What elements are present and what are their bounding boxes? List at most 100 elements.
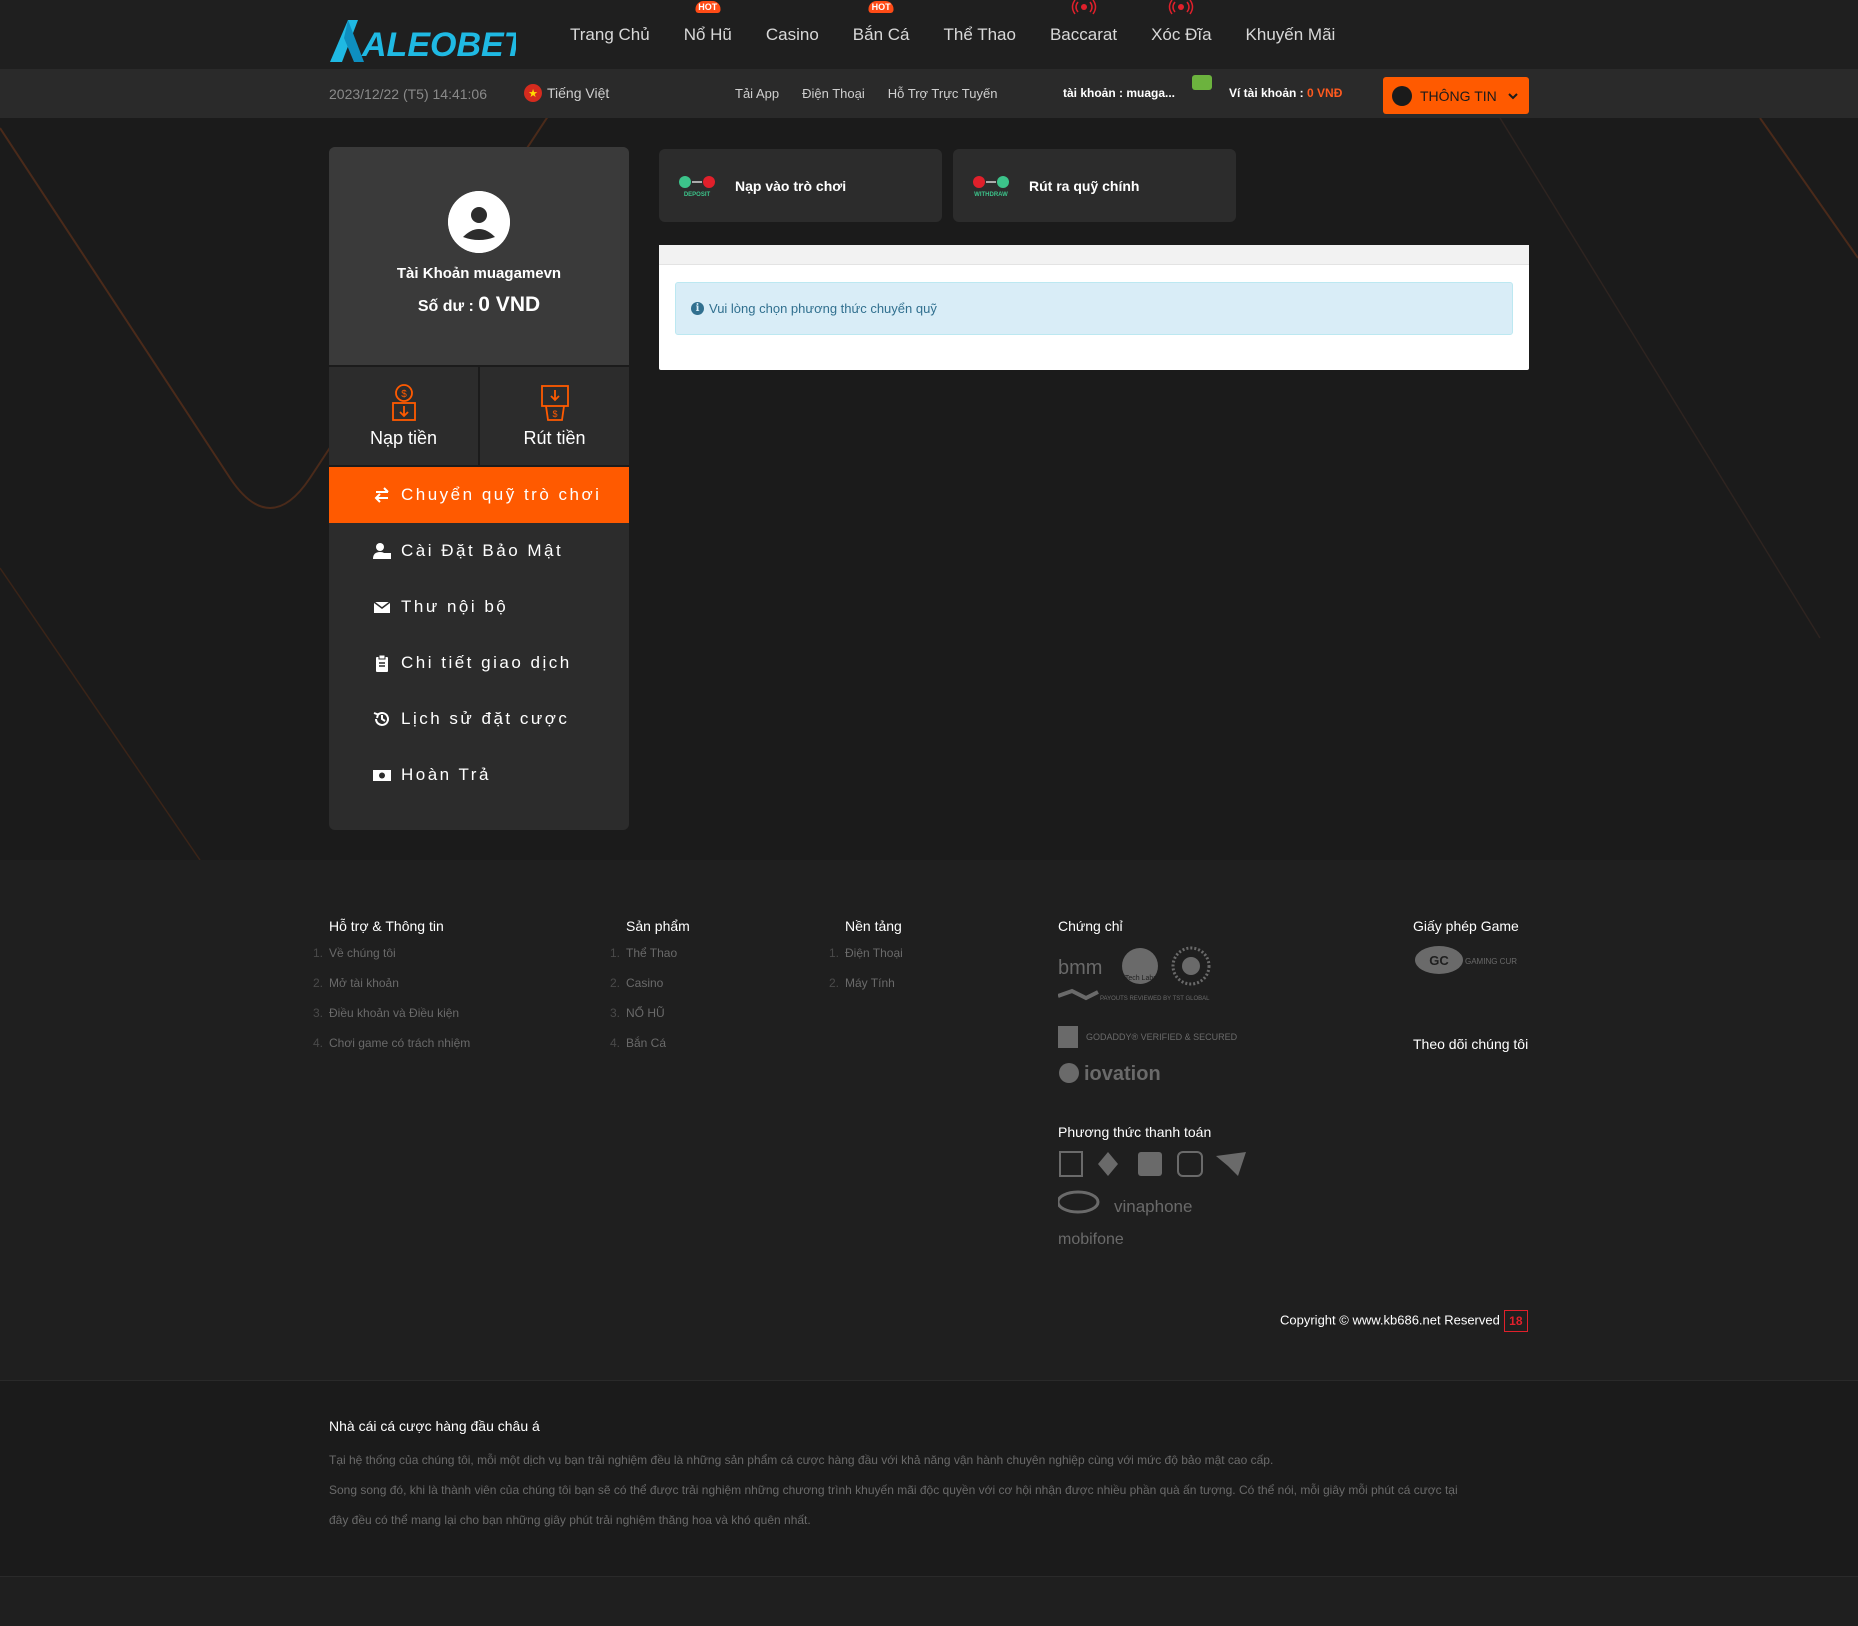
footer-link[interactable]: 1. Điện Thoại xyxy=(829,946,903,976)
footer-certificates-title: Chứng chỉ xyxy=(1058,918,1123,934)
envelope-icon xyxy=(373,601,391,613)
footer-follow: Theo dõi chúng tôi xyxy=(1413,1036,1528,1064)
footer-platform-title: Nền tảng xyxy=(845,918,902,934)
nav-item-sports[interactable]: Thể Thao xyxy=(944,25,1016,45)
footer-link[interactable]: 1. Thể Thao xyxy=(610,946,690,976)
svg-text:GC: GC xyxy=(1429,953,1449,968)
account-name: Tài Khoản muagamevn xyxy=(396,265,562,282)
svg-text:PAYOUTS REVIEWED BY TST GLOBAL: PAYOUTS REVIEWED BY TST GLOBAL xyxy=(1100,996,1210,1002)
svg-text:GODADDY® VERIFIED & SECURED: GODADDY® VERIFIED & SECURED xyxy=(1086,1032,1238,1042)
background-decoration xyxy=(0,118,1858,860)
copyright: Copyright © www.kb686.net Reserved 18 xyxy=(1280,1310,1528,1332)
balance: Số dư : 0 VND xyxy=(417,293,541,316)
tab-withdraw-to-main[interactable]: WITHDRAW Rút ra quỹ chính xyxy=(953,149,1236,222)
link-phone[interactable]: Điện Thoại xyxy=(802,86,865,101)
about-section: Nhà cái cá cược hàng đầu châu á Tại hệ t… xyxy=(0,1380,1858,1576)
sub-header: 2023/12/22 (T5) 14:41:06 ★ Tiếng Việt Tải… xyxy=(0,70,1858,118)
language-selector[interactable]: ★ Tiếng Việt xyxy=(524,84,609,102)
menu-transfer-funds[interactable]: Chuyển quỹ trò chơi xyxy=(329,467,629,523)
svg-text:iTech Labs: iTech Labs xyxy=(1123,975,1157,982)
footer-link[interactable]: 3. Điều khoản và Điều kiện xyxy=(313,1006,470,1036)
aleobet-logo[interactable]: ALEOBET xyxy=(328,18,516,64)
clipboard-icon xyxy=(376,654,388,672)
menu-bet-history[interactable]: Lịch sử đặt cược xyxy=(329,691,629,747)
footer-link[interactable]: 2. Mở tài khoản xyxy=(313,976,470,1006)
tab-deposit-to-game[interactable]: DEPOSIT Nạp vào trò chơi xyxy=(659,149,942,222)
user-circle-icon xyxy=(1392,85,1412,106)
zalo-icon xyxy=(1177,1151,1203,1177)
footer-license: Giấy phép Game xyxy=(1413,918,1519,946)
footer: Hỗ trợ & Thông tin 1. Về chúng tôi 2. Mở t… xyxy=(0,860,1858,1380)
menu-internal-mail[interactable]: Thư nội bộ xyxy=(329,579,629,635)
profile-card: Tài Khoản muagamevn Số dư : 0 VND xyxy=(329,147,629,365)
link-online-support[interactable]: Hỗ Trợ Trực Tuyến xyxy=(888,86,998,101)
vinaphone-logo: vinaphone xyxy=(1114,1197,1192,1216)
svg-text:WITHDRAW: WITHDRAW xyxy=(974,192,1008,198)
footer-link[interactable]: 4. Chơi game có trách nhiệm xyxy=(313,1036,470,1066)
menu-rebate[interactable]: Hoàn Trả xyxy=(329,747,629,803)
bmm-logo: bmm xyxy=(1058,957,1102,979)
user-avatar-icon xyxy=(448,191,510,253)
about-paragraph-2: Song song đó, khi là thành viên của chún… xyxy=(329,1483,1458,1527)
momo-icon xyxy=(1138,1152,1162,1176)
nav-item-slots[interactable]: HOT Nổ Hũ xyxy=(684,1,732,45)
footer-platform: Nền tảng 1. Điện Thoại 2. Máy Tính xyxy=(829,918,903,1006)
certificate-logos: bmm iTech Labs PAYOUTS REVIEWED BY TST G… xyxy=(1058,946,1238,1085)
footer-link[interactable]: 2. Casino xyxy=(610,976,690,1006)
svg-text:iovation: iovation xyxy=(1084,1063,1161,1085)
nav-item-fishing[interactable]: HOT Bắn Cá xyxy=(853,1,910,45)
info-dropdown-button[interactable]: THÔNG TIN xyxy=(1383,77,1529,114)
svg-text:$: $ xyxy=(401,389,407,400)
account-sidebar: Tài Khoản muagamevn Số dư : 0 VND $ Nạp … xyxy=(329,147,629,830)
age-18-icon: 18 xyxy=(1503,1310,1528,1332)
info-icon: i xyxy=(691,302,704,315)
top-header: ALEOBET Trang Chủ HOT Nổ Hũ Casino HOT Bắn… xyxy=(0,0,1858,70)
footer-link[interactable]: 4. Bắn Cá xyxy=(610,1036,690,1066)
history-icon xyxy=(373,711,389,726)
tst-global-logo xyxy=(1058,988,1099,1001)
message-icon[interactable] xyxy=(1192,75,1212,90)
deposit-button[interactable]: $ Nạp tiền xyxy=(329,367,478,465)
ethereum-icon xyxy=(1098,1152,1118,1176)
nav-item-promotions[interactable]: Khuyến Mãi xyxy=(1246,25,1336,45)
deposit-icon: $ xyxy=(391,383,416,421)
nav-item-xocdia[interactable]: Xóc Đĩa xyxy=(1151,0,1212,45)
info-alert: i Vui lòng chọn phương thức chuyển quỹ xyxy=(675,282,1513,335)
withdraw-button[interactable]: $ Rút tiền xyxy=(478,367,629,465)
iovation-logo xyxy=(1059,1063,1079,1083)
nav-item-home[interactable]: Trang Chủ xyxy=(570,25,650,45)
live-broadcast-icon xyxy=(1169,0,1194,15)
footer-link[interactable]: 2. Máy Tính xyxy=(829,976,903,1006)
godaddy-seal-logo xyxy=(1058,1026,1078,1048)
money-icon xyxy=(373,770,391,781)
footer-license-title: Giấy phép Game xyxy=(1413,918,1519,934)
withdraw-icon: $ xyxy=(540,384,569,421)
svg-text:$: $ xyxy=(552,409,557,419)
transfer-icon xyxy=(374,487,389,503)
hot-badge: HOT xyxy=(695,1,721,13)
datetime: 2023/12/22 (T5) 14:41:06 xyxy=(329,86,488,102)
nav-item-casino[interactable]: Casino xyxy=(766,25,819,45)
gaming-curacao-logo: GC GAMING CURAÇAO xyxy=(1415,946,1517,974)
menu-transaction-details[interactable]: Chi tiết giao dịch xyxy=(329,635,629,691)
footer-payment-title: Phương thức thanh toán xyxy=(1058,1124,1212,1140)
about-title: Nhà cái cá cược hàng đầu châu á xyxy=(329,1418,540,1434)
transfer-panel: i Vui lòng chọn phương thức chuyển quỹ xyxy=(659,245,1529,370)
user-lock-icon xyxy=(373,543,391,559)
nav-item-baccarat[interactable]: Baccarat xyxy=(1050,0,1117,45)
deposit-transfer-icon: DEPOSIT xyxy=(679,175,715,198)
sub-links: Tải App Điện Thoại Hỗ Trợ Trực Tuyến xyxy=(735,86,1020,101)
vietnam-flag-icon: ★ xyxy=(524,84,542,102)
bank-icon xyxy=(1059,1151,1083,1177)
svg-text:GAMING CURAÇAO: GAMING CURAÇAO xyxy=(1465,957,1517,966)
live-broadcast-icon xyxy=(1071,0,1096,15)
deposit-withdraw-row: $ Nạp tiền $ Rút tiền xyxy=(329,365,629,467)
link-download-app[interactable]: Tải App xyxy=(735,86,779,101)
about-paragraph-1: Tại hệ thống của chúng tôi, mỗi một dịch… xyxy=(329,1453,1274,1467)
footer-link[interactable]: 1. Về chúng tôi xyxy=(313,946,470,976)
footer-link[interactable]: 3. NỔ HŨ xyxy=(610,1006,690,1036)
menu-security-settings[interactable]: Cài Đặt Bảo Mật xyxy=(329,523,629,579)
logo-text: ALEOBET xyxy=(361,26,516,64)
viettel-logo xyxy=(1058,1190,1100,1214)
svg-text:DEPOSIT: DEPOSIT xyxy=(684,192,711,198)
